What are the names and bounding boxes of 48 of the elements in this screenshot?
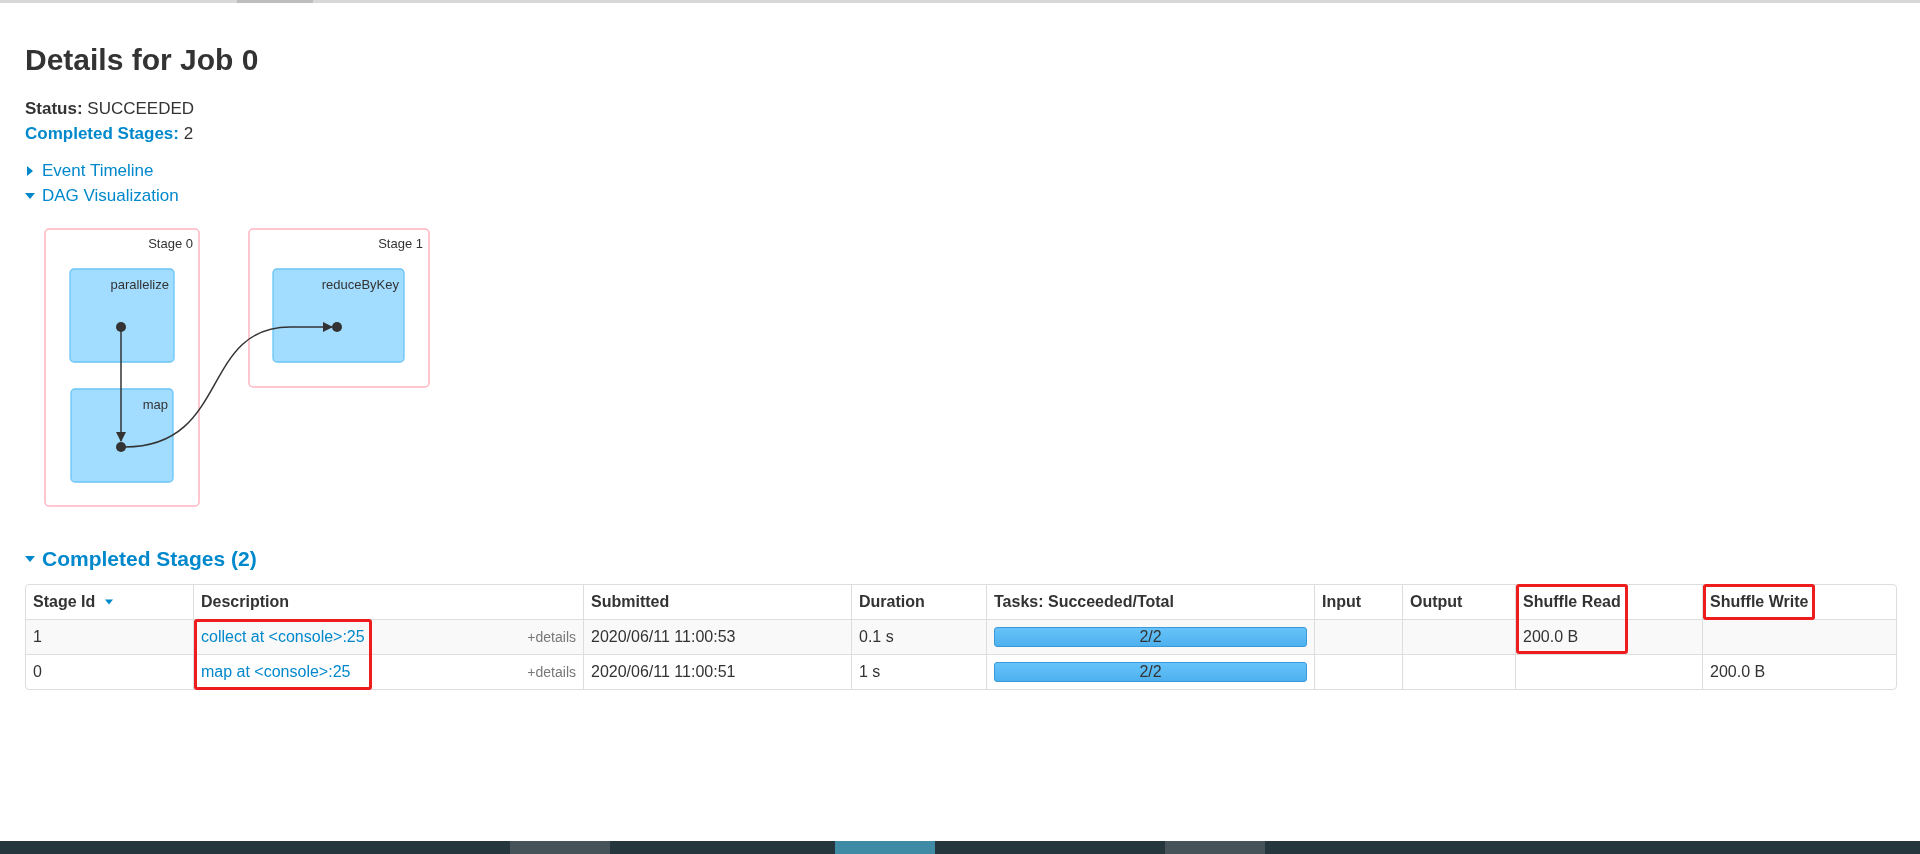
column-header: Tasks: Succeeded/Total	[994, 593, 1174, 611]
table-cell: 0.1 s	[859, 628, 894, 645]
table-cell: 1	[33, 628, 42, 645]
caret-down-icon	[25, 190, 35, 201]
rdd-dot	[116, 322, 126, 332]
progress-bar: 2/2	[994, 662, 1307, 682]
toggle-link[interactable]: DAG Visualization	[25, 183, 179, 208]
caret-down-icon	[25, 554, 35, 564]
stage-link[interactable]: collect at <console>:25	[201, 628, 365, 646]
column-header: Description	[201, 593, 289, 611]
taskbar-button[interactable]	[1165, 841, 1265, 854]
column-header: Input	[1322, 593, 1362, 611]
nav-tab[interactable]	[237, 0, 313, 3]
node-label: map	[142, 397, 168, 412]
node-label: parallelize	[110, 277, 169, 292]
column-header: Submitted	[591, 593, 670, 611]
summary-text: Status: SUCCEEDED	[25, 98, 195, 120]
details-link[interactable]: +details	[527, 664, 576, 680]
table-cell: 0	[33, 663, 42, 680]
column-header[interactable]: Stage Id	[33, 593, 96, 611]
column-header: Shuffle Write	[1710, 593, 1809, 611]
column-header: Output	[1410, 593, 1463, 611]
table-cell: 200.0 B	[1710, 663, 1766, 680]
rdd-dot	[116, 442, 126, 452]
section-toggle[interactable]: Completed Stages (2)	[25, 546, 257, 572]
summary-link[interactable]: Completed Stages: 2	[25, 121, 194, 146]
taskbar-button[interactable]	[510, 841, 610, 854]
node-label: reduceByKey	[321, 277, 399, 292]
column-header: Shuffle Read	[1523, 593, 1621, 611]
page-title: Details for Job 0	[25, 42, 259, 78]
taskbar-button[interactable]	[835, 841, 935, 854]
table-cell: 200.0 B	[1523, 628, 1579, 645]
table-cell: 1 s	[859, 663, 881, 680]
rdd-dot	[332, 322, 342, 332]
stage-link[interactable]: map at <console>:25	[201, 663, 351, 681]
stage-label: Stage 0	[148, 236, 193, 251]
operation-node[interactable]	[70, 388, 174, 483]
sort-arrow-icon	[105, 598, 114, 606]
toggle-link[interactable]: Event Timeline	[25, 158, 154, 183]
details-link[interactable]: +details	[527, 629, 576, 645]
operation-node[interactable]	[272, 268, 405, 363]
table-cell: 2020/06/11 11:00:53	[591, 628, 736, 645]
progress-bar: 2/2	[994, 627, 1307, 647]
operation-node[interactable]	[69, 268, 175, 363]
column-header: Duration	[859, 593, 925, 611]
table-cell: 2020/06/11 11:00:51	[591, 663, 736, 680]
caret-right-icon	[25, 165, 35, 176]
stage-label: Stage 1	[378, 236, 423, 251]
